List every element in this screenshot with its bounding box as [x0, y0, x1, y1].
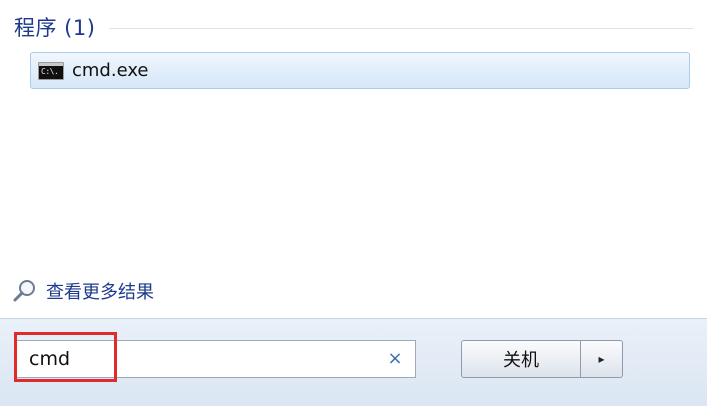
see-more-results-label: 查看更多结果 [46, 282, 154, 303]
shutdown-split-button: 关机 ▸ [461, 340, 623, 378]
start-menu-bottom-bar: × 关机 ▸ [0, 318, 707, 406]
group-divider [109, 28, 694, 29]
programs-group-title: 程序 (1) [14, 16, 96, 40]
program-result-cmd[interactable]: C:\. cmd.exe [30, 52, 690, 89]
shutdown-options-arrow-icon[interactable]: ▸ [581, 340, 623, 378]
command-prompt-icon: C:\. [38, 61, 64, 80]
shutdown-button[interactable]: 关机 [461, 340, 581, 378]
search-box[interactable]: × [16, 340, 416, 378]
search-results-pane: 程序 (1) C:\. cmd.exe 查看更多结果 [0, 0, 707, 318]
see-more-results-link[interactable]: 查看更多结果 [12, 277, 154, 305]
search-icon [13, 280, 35, 302]
clear-search-icon[interactable]: × [385, 349, 405, 369]
search-input[interactable] [29, 341, 369, 377]
program-result-label: cmd.exe [72, 60, 149, 81]
programs-group-header: 程序 (1) [14, 12, 694, 42]
